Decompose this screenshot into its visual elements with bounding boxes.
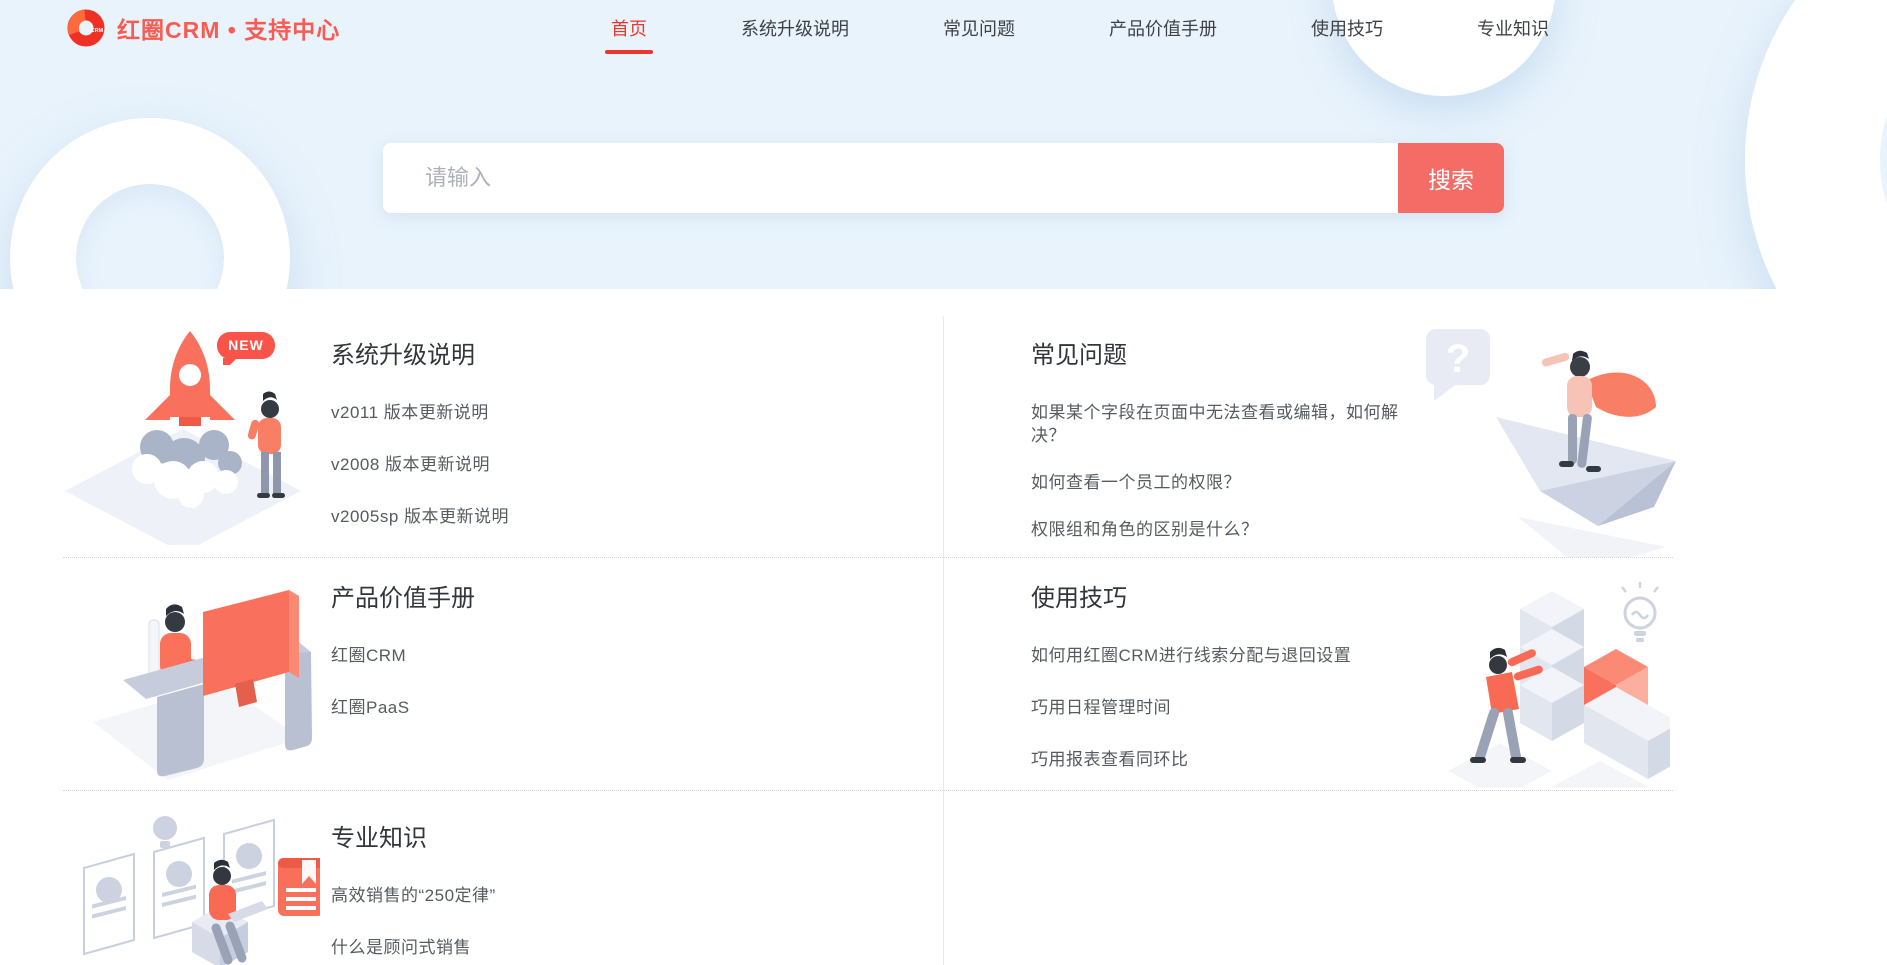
content-grid: NEW 系统升级说明 v2011 版本更新说明 v2008 版本更新说明 v20… — [0, 289, 1887, 965]
article-link[interactable]: 高效销售的“250定律” — [331, 884, 496, 907]
article-link[interactable]: 权限组和角色的区别是什么？ — [1031, 518, 1417, 541]
building-blocks-illustration — [1440, 575, 1670, 787]
nav-item-tips[interactable]: 使用技巧 — [1311, 15, 1383, 41]
row-divider — [63, 790, 1673, 791]
section-title: 使用技巧 — [1031, 584, 1351, 614]
search-bar: 搜索 — [383, 143, 1504, 213]
hero-section: CRM 红圈CRM • 支持中心 首页 系统升级说明 常见问题 产品价值手册 使… — [0, 0, 1887, 289]
nav-item-home[interactable]: 首页 — [611, 15, 647, 41]
column-divider — [943, 316, 944, 965]
lightbulb-icon — [1622, 582, 1658, 642]
lightbulb-gray-icon — [153, 816, 177, 848]
main-nav: 首页 系统升级说明 常见问题 产品价值手册 使用技巧 专业知识 — [611, 0, 1549, 56]
nav-item-system-upgrade[interactable]: 系统升级说明 — [741, 15, 849, 41]
article-link[interactable]: 红圈CRM — [331, 644, 475, 667]
article-link[interactable]: 巧用日程管理时间 — [1031, 696, 1351, 719]
hongquan-ring-icon: CRM — [66, 8, 106, 48]
article-link[interactable]: 红圈PaaS — [331, 696, 475, 719]
section-tips: 使用技巧 如何用红圈CRM进行线索分配与退回设置 巧用日程管理时间 巧用报表查看… — [1031, 584, 1351, 800]
section-product-value: 产品价值手册 红圈CRM 红圈PaaS — [331, 584, 475, 748]
workstation-illustration — [63, 572, 315, 787]
article-link[interactable]: v2005sp 版本更新说明 — [331, 505, 509, 528]
brand-home-link[interactable]: CRM 红圈CRM • 支持中心 — [66, 8, 340, 48]
section-title: 产品价值手册 — [331, 584, 475, 614]
search-button[interactable]: 搜索 — [1398, 143, 1504, 213]
nav-item-faq[interactable]: 常见问题 — [943, 15, 1015, 41]
section-knowledge: 专业知识 高效销售的“250定律” 什么是顾问式销售 — [331, 824, 496, 965]
article-link[interactable]: 如果某个字段在页面中无法查看或编辑，如何解决？ — [1031, 401, 1417, 447]
section-system-upgrade: 系统升级说明 v2011 版本更新说明 v2008 版本更新说明 v2005sp… — [331, 341, 509, 557]
article-link[interactable]: v2011 版本更新说明 — [331, 401, 509, 424]
documents-illustration — [70, 810, 320, 965]
paper-plane-illustration: ? — [1418, 319, 1680, 557]
article-link[interactable]: 什么是顾问式销售 — [331, 936, 496, 959]
book-icon — [278, 858, 320, 916]
nav-item-product-value[interactable]: 产品价值手册 — [1109, 15, 1217, 41]
article-link[interactable]: 如何查看一个员工的权限？ — [1031, 471, 1417, 494]
section-title: 专业知识 — [331, 824, 496, 854]
article-link[interactable]: v2008 版本更新说明 — [331, 453, 509, 476]
section-title: 系统升级说明 — [331, 341, 509, 371]
section-faq: 常见问题 如果某个字段在页面中无法查看或编辑，如何解决？ 如何查看一个员工的权限… — [1031, 341, 1417, 565]
section-title: 常见问题 — [1031, 341, 1417, 371]
article-link[interactable]: 巧用报表查看同环比 — [1031, 748, 1351, 771]
nav-item-knowledge[interactable]: 专业知识 — [1477, 15, 1549, 41]
decor-ring-left — [10, 118, 290, 289]
logo-crm-text: CRM — [91, 28, 104, 34]
article-link[interactable]: 如何用红圈CRM进行线索分配与退回设置 — [1031, 644, 1351, 667]
brand-title: 红圈CRM • 支持中心 — [117, 11, 340, 45]
row-divider — [63, 557, 1673, 558]
question-bubble-icon: ? — [1446, 337, 1470, 381]
search-input[interactable] — [383, 143, 1398, 213]
new-badge: NEW — [217, 332, 275, 359]
rocket-launch-illustration — [63, 317, 315, 545]
header: CRM 红圈CRM • 支持中心 首页 系统升级说明 常见问题 产品价值手册 使… — [0, 0, 1887, 56]
